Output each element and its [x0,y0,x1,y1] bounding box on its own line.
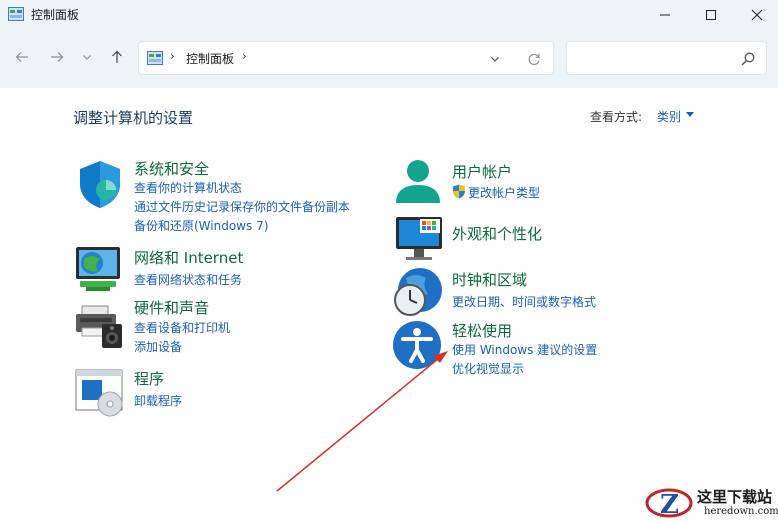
watermark-name: 这里下载站 [697,488,773,506]
programs-disc-icon[interactable] [74,366,126,418]
link-file-history[interactable]: 通过文件历史记录保存你的文件备份副本 [134,198,350,215]
search-icon[interactable] [740,51,756,67]
arrow-up-icon [112,50,122,63]
maximize-icon [706,10,716,20]
category-title-clock-region[interactable]: 时钟和区域 [452,269,527,290]
recent-locations-button[interactable] [77,44,97,70]
category-title-ease-of-access[interactable]: 轻松使用 [452,320,512,341]
refresh-button[interactable] [526,51,542,67]
link-backup-restore[interactable]: 备份和还原(Windows 7) [134,217,268,234]
breadcrumb-separator[interactable]: › [242,49,247,63]
link-devices-printers[interactable]: 查看设备和打印机 [134,319,230,336]
link-change-account-type[interactable]: 更改帐户类型 [468,184,540,201]
link-add-device[interactable]: 添加设备 [134,338,182,355]
page-title: 调整计算机的设置 [73,109,194,127]
breadcrumb-control-panel[interactable]: 控制面板 [186,50,234,67]
category-title-appearance[interactable]: 外观和个性化 [452,223,542,244]
address-history-button[interactable] [487,51,503,67]
minimize-button[interactable] [642,0,688,30]
clock-globe-icon[interactable] [392,266,444,318]
up-button[interactable] [104,44,130,70]
title-bar: 控制面板 [0,0,778,30]
network-globe-icon[interactable] [72,243,124,295]
link-view-computer-status[interactable]: 查看你的计算机状态 [134,179,242,196]
window-title: 控制面板 [31,8,80,22]
control-panel-app-icon [8,7,24,21]
link-network-status[interactable]: 查看网络状态和任务 [134,271,242,288]
link-change-date-time-format[interactable]: 更改日期、时间或数字格式 [452,293,596,310]
caret-down-icon[interactable] [686,112,694,118]
view-by-dropdown[interactable]: 类别 [657,108,681,125]
user-icon[interactable] [394,157,446,209]
watermark-domain: heredown.com [704,506,778,517]
category-title-user-accounts[interactable]: 用户帐户 [452,161,512,182]
category-title-network-internet[interactable]: 网络和 Internet [134,247,243,268]
monitor-icon[interactable] [394,213,446,265]
control-panel-icon [147,51,163,65]
link-uninstall-program[interactable]: 卸载程序 [134,392,182,409]
address-bar[interactable]: › 控制面板 › [138,41,554,75]
printer-speaker-icon[interactable] [74,298,126,350]
category-title-programs[interactable]: 程序 [134,368,164,389]
svg-text:Z: Z [660,490,679,520]
maximize-button[interactable] [688,0,734,30]
view-by-label: 查看方式: [590,110,643,124]
arrow-right-icon [51,52,64,62]
close-button[interactable] [734,0,778,30]
chevron-down-icon [491,57,499,62]
watermark-logo: Z [645,488,693,520]
shield-icon[interactable] [74,158,126,210]
forward-button[interactable] [44,44,70,70]
link-optimize-visual-display[interactable]: 优化视觉显示 [452,360,524,377]
breadcrumb-separator[interactable]: › [170,49,175,63]
category-title-hardware-sound[interactable]: 硬件和声音 [134,297,209,318]
link-recommended-settings[interactable]: 使用 Windows 建议的设置 [452,341,597,358]
chevron-down-icon [83,55,91,60]
uac-shield-icon [453,184,465,199]
close-icon [751,9,763,21]
search-input[interactable] [566,41,767,75]
minimize-icon [660,14,670,16]
back-button[interactable] [9,44,35,70]
accessibility-icon[interactable] [392,320,444,372]
arrow-left-icon [15,52,28,62]
refresh-icon [528,53,540,65]
category-title-system-security[interactable]: 系统和安全 [134,158,209,179]
